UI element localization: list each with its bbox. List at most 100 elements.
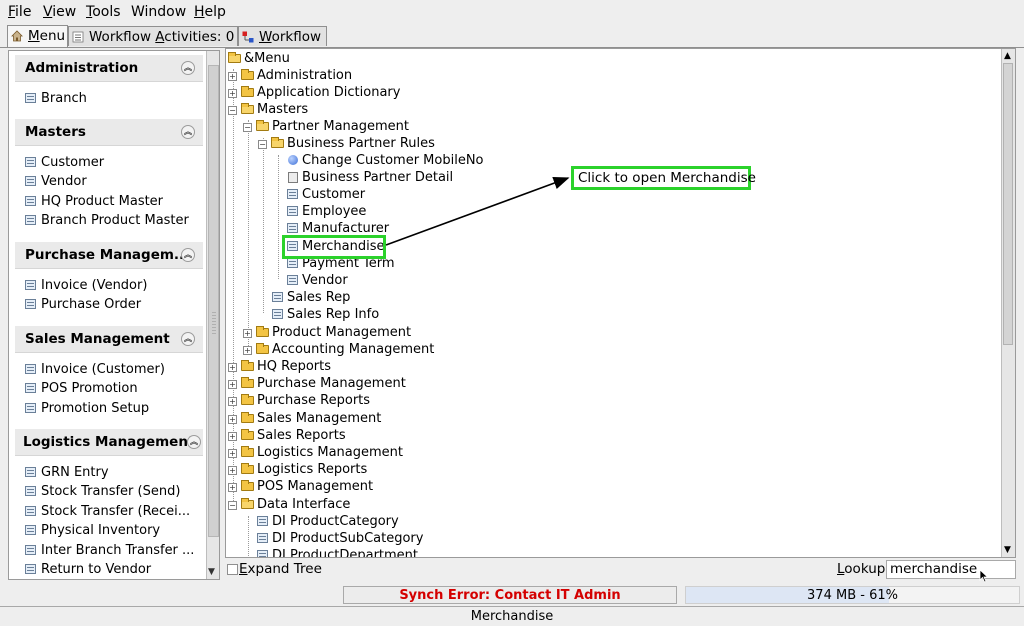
window-icon <box>25 383 36 393</box>
panel-splitter[interactable] <box>209 50 219 580</box>
window-icon <box>25 157 36 167</box>
menu-window[interactable]: Window <box>131 4 186 20</box>
window-icon <box>287 223 298 233</box>
expand-icon[interactable]: + <box>228 397 237 406</box>
shortcut-invoice-customer[interactable]: Invoice (Customer) <box>25 360 165 379</box>
tab-workflow[interactable]: Workflow <box>238 26 327 46</box>
scroll-down-arrow-icon[interactable]: ▼ <box>1004 545 1011 555</box>
collapse-node-icon[interactable]: − <box>243 123 252 132</box>
tree-scrollbar[interactable]: ▲ ▼ <box>1001 49 1015 557</box>
expand-icon[interactable]: + <box>228 483 237 492</box>
tree-node-sales-rep-info[interactable]: Sales Rep Info <box>271 306 471 323</box>
collapse-icon[interactable]: ︽ <box>187 435 201 449</box>
expand-icon[interactable]: + <box>228 449 237 458</box>
tree-node-sales-management[interactable]: + Sales Management <box>228 410 428 427</box>
tree-node-purchase-management[interactable]: + Purchase Management <box>228 375 448 392</box>
expand-icon[interactable]: + <box>228 432 237 441</box>
tree-node-sales-reports[interactable]: + Sales Reports <box>228 427 428 444</box>
window-icon <box>287 206 298 216</box>
expand-icon[interactable]: + <box>243 329 252 338</box>
tree-node-hq-reports[interactable]: + HQ Reports <box>228 358 428 375</box>
memory-usage-bar[interactable]: 374 MB - 61% <box>685 586 1020 604</box>
window-icon <box>25 176 36 186</box>
menu-view[interactable]: View <box>43 4 76 20</box>
section-purchase-management: Purchase Managem... ︽ Invoice (Vendor) Pu… <box>15 242 203 312</box>
shortcut-purchase-order[interactable]: Purchase Order <box>25 295 141 314</box>
section-header[interactable]: Masters ︽ <box>15 119 203 146</box>
shortcut-branch[interactable]: Branch <box>25 89 87 108</box>
collapse-node-icon[interactable]: − <box>228 501 237 510</box>
tree-node-di-productdepartment[interactable]: DI ProductDepartment <box>256 547 476 557</box>
tree-node-vendor[interactable]: Vendor <box>286 272 486 289</box>
tree-node-accounting-management[interactable]: + Accounting Management <box>243 341 463 358</box>
shortcut-stock-transfer-send[interactable]: Stock Transfer (Send) <box>25 482 180 501</box>
scrollbar-thumb[interactable] <box>1003 63 1013 345</box>
expand-tree-label[interactable]: Expand Tree <box>239 561 322 577</box>
tree-node-di-productcategory[interactable]: DI ProductCategory <box>256 513 476 530</box>
lookup-input[interactable]: merchandise <box>886 560 1016 579</box>
expand-icon[interactable]: + <box>228 415 237 424</box>
tree-node-sales-rep[interactable]: Sales Rep <box>271 289 471 306</box>
shortcut-hq-product-master[interactable]: HQ Product Master <box>25 192 163 211</box>
menu-file[interactable]: File <box>8 4 31 20</box>
window-icon <box>25 215 36 225</box>
tree-node-business-partner-rules[interactable]: − Business Partner Rules <box>258 135 478 152</box>
section-title: Logistics Management <box>23 434 195 450</box>
tree-node-application-dictionary[interactable]: + Application Dictionary <box>228 84 448 101</box>
window-icon <box>257 533 268 543</box>
collapse-icon[interactable]: ︽ <box>181 248 195 262</box>
menu-bar: File View Tools Window Help <box>0 0 1024 24</box>
shortcut-branch-product-master[interactable]: Branch Product Master <box>25 211 189 230</box>
section-header[interactable]: Sales Management ︽ <box>15 326 203 353</box>
collapse-node-icon[interactable]: − <box>258 140 267 149</box>
menu-help[interactable]: Help <box>194 4 226 20</box>
collapse-icon[interactable]: ︽ <box>181 125 195 139</box>
expand-tree-checkbox[interactable] <box>227 564 238 575</box>
merchandise-highlight-box <box>282 235 386 259</box>
tree-node-purchase-reports[interactable]: + Purchase Reports <box>228 392 428 409</box>
shortcut-inter-branch-transfer[interactable]: Inter Branch Transfer ... <box>25 541 194 560</box>
collapse-node-icon[interactable]: − <box>228 106 237 115</box>
tab-workflow-activities[interactable]: Workflow Activities: 0 <box>68 26 238 46</box>
section-header[interactable]: Administration ︽ <box>15 55 203 82</box>
expand-icon[interactable]: + <box>228 89 237 98</box>
folder-icon <box>256 343 269 354</box>
shortcut-customer[interactable]: Customer <box>25 153 104 172</box>
shortcut-vendor[interactable]: Vendor <box>25 172 87 191</box>
expand-icon[interactable]: + <box>228 380 237 389</box>
tree-node-partner-management[interactable]: − Partner Management <box>243 118 463 135</box>
tree-node-data-interface[interactable]: − Data Interface <box>228 496 428 513</box>
tree-node-di-productsubcategory[interactable]: DI ProductSubCategory <box>256 530 476 547</box>
tree-node-logistics-management[interactable]: + Logistics Management <box>228 444 448 461</box>
scroll-up-arrow-icon[interactable]: ▲ <box>1004 51 1011 61</box>
section-title: Masters <box>25 124 86 140</box>
shortcut-physical-inventory[interactable]: Physical Inventory <box>25 521 160 540</box>
tree-node-pos-management[interactable]: + POS Management <box>228 478 428 495</box>
expand-icon[interactable]: + <box>228 72 237 81</box>
tree-node-product-management[interactable]: + Product Management <box>243 324 463 341</box>
shortcut-return-to-vendor[interactable]: Return to Vendor <box>25 560 151 579</box>
tree-node-change-customer-mobileno[interactable]: Change Customer MobileNo <box>286 152 546 169</box>
expand-icon[interactable]: + <box>228 363 237 372</box>
open-folder-icon <box>271 137 284 148</box>
section-header[interactable]: Logistics Management ︽ <box>15 429 203 456</box>
expand-icon[interactable]: + <box>228 466 237 475</box>
collapse-icon[interactable]: ︽ <box>181 61 195 75</box>
tree-node-administration[interactable]: + Administration <box>228 67 428 84</box>
shortcut-pos-promotion[interactable]: POS Promotion <box>25 379 138 398</box>
collapse-icon[interactable]: ︽ <box>181 332 195 346</box>
shortcut-stock-transfer-receive[interactable]: Stock Transfer (Recei... <box>25 502 190 521</box>
tree-options-bar: Expand Tree Lookup merchandise <box>225 560 1016 583</box>
folder-icon <box>241 446 254 457</box>
shortcut-grn-entry[interactable]: GRN Entry <box>25 463 109 482</box>
shortcut-invoice-vendor[interactable]: Invoice (Vendor) <box>25 276 147 295</box>
section-masters: Masters ︽ Customer Vendor HQ Product Mast… <box>15 119 203 228</box>
shortcut-promotion-setup[interactable]: Promotion Setup <box>25 399 149 418</box>
sync-error-status[interactable]: Synch Error: Contact IT Admin <box>343 586 677 604</box>
tree-node-masters[interactable]: − Masters <box>228 101 428 118</box>
expand-icon[interactable]: + <box>243 346 252 355</box>
menu-tools[interactable]: Tools <box>86 4 121 20</box>
section-header[interactable]: Purchase Managem... ︽ <box>15 242 203 269</box>
tree-node-logistics-reports[interactable]: + Logistics Reports <box>228 461 428 478</box>
tab-menu[interactable]: Menu <box>7 25 68 47</box>
